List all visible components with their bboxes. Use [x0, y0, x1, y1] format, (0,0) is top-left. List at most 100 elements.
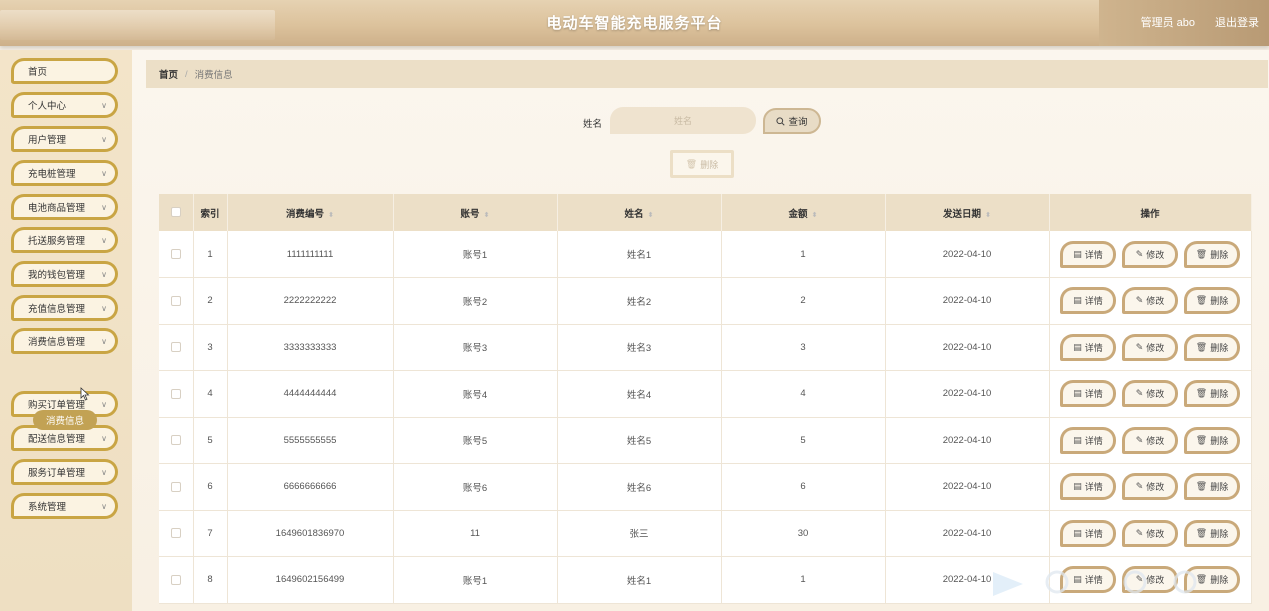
sidebar-item[interactable]: 我的钱包管理 ∨ [11, 261, 118, 287]
delete-button-label: 删除 [1210, 389, 1229, 400]
select-all-checkbox[interactable] [170, 207, 181, 218]
table-row: 2 2222222222 账号2 姓名2 2 2022-04-10 ▤ 详情 ✎ 修改 🗑︎ 删除 [159, 277, 1252, 325]
detail-button[interactable]: ▤ 详情 [1060, 240, 1116, 268]
sidebar-item[interactable]: 充值信息管理 ∨ [11, 295, 118, 321]
cell-account: 账号3 [393, 324, 558, 371]
delete-button[interactable]: 🗑︎ 删除 [1184, 380, 1240, 408]
cell-amount: 4 [721, 370, 886, 418]
cell-date: 2022-04-10 [885, 463, 1050, 511]
row-checkbox[interactable] [170, 342, 181, 353]
search-name-input[interactable] [610, 107, 756, 134]
delete-button[interactable]: 🗑︎ 删除 [1184, 519, 1240, 547]
detail-button[interactable]: ▤ 详情 [1060, 426, 1116, 454]
row-checkbox[interactable] [170, 295, 181, 306]
sidebar-item[interactable]: 个人中心 ∨ [11, 92, 118, 118]
trash-icon: 🗑︎ [1195, 341, 1208, 352]
edit-button[interactable]: ✎ 修改 [1122, 240, 1178, 268]
edit-button-label: 修改 [1146, 249, 1165, 260]
edit-button[interactable]: ✎ 修改 [1122, 566, 1178, 594]
cell-account: 账号4 [393, 370, 558, 418]
search-button-label: 查询 [788, 117, 808, 128]
detail-button[interactable]: ▤ 详情 [1060, 333, 1116, 361]
column-header-account[interactable]: 账号 ⬍ [393, 194, 558, 231]
row-checkbox[interactable] [170, 388, 181, 399]
row-actions-cell: ▤ 详情 ✎ 修改 🗑︎ 删除 [1049, 417, 1252, 464]
sidebar-item[interactable]: 托送服务管理 ∨ [11, 227, 118, 253]
edit-icon: ✎ [1135, 388, 1144, 399]
column-header-name[interactable]: 姓名 ⬍ [557, 194, 722, 231]
column-header-amount[interactable]: 金额 ⬍ [721, 194, 886, 231]
edit-button[interactable]: ✎ 修改 [1122, 333, 1178, 361]
top-header: 电动车智能充电服务平台 管理员 abo 退出登录 [0, 0, 1269, 46]
edit-button-label: 修改 [1146, 482, 1165, 493]
delete-button[interactable]: 🗑︎ 删除 [1184, 333, 1240, 361]
detail-button[interactable]: ▤ 详情 [1060, 519, 1116, 547]
cell-account: 11 [393, 510, 558, 557]
detail-button[interactable]: ▤ 详情 [1060, 287, 1116, 315]
edit-button[interactable]: ✎ 修改 [1122, 287, 1178, 315]
detail-button[interactable]: ▤ 详情 [1060, 566, 1116, 594]
trash-icon: 🗑︎ [1195, 248, 1208, 259]
sort-icon[interactable]: ⬍ [484, 212, 490, 219]
logout-link[interactable]: 退出登录 [1215, 14, 1259, 30]
column-header-consume-no[interactable]: 消费编号 ⬍ [227, 194, 394, 231]
row-checkbox[interactable] [170, 574, 181, 585]
edit-button-label: 修改 [1146, 435, 1165, 446]
chevron-down-icon: ∨ [101, 270, 107, 279]
sidebar-item[interactable]: 系统管理 ∨ [11, 493, 118, 519]
detail-button-label: 详情 [1084, 249, 1103, 260]
sidebar-item-label: 消费信息管理 [28, 337, 86, 348]
delete-button-label: 删除 [1210, 528, 1229, 539]
sidebar-item-label: 购买订单管理 [28, 400, 86, 411]
row-checkbox[interactable] [170, 481, 181, 492]
sort-icon[interactable]: ⬍ [328, 212, 334, 219]
sidebar-item[interactable]: 用户管理 ∨ [11, 126, 118, 152]
delete-button-label: 删除 [1210, 575, 1229, 586]
table-row: 6 6666666666 账号6 姓名6 6 2022-04-10 ▤ 详情 ✎ 修改 🗑︎ 删除 [159, 463, 1252, 511]
edit-button[interactable]: ✎ 修改 [1122, 380, 1178, 408]
cell-index: 5 [193, 417, 228, 464]
row-actions-cell: ▤ 详情 ✎ 修改 🗑︎ 删除 [1049, 231, 1252, 278]
delete-button[interactable]: 🗑︎ 删除 [1184, 566, 1240, 594]
row-checkbox[interactable] [170, 248, 181, 259]
row-actions-cell: ▤ 详情 ✎ 修改 🗑︎ 删除 [1049, 556, 1252, 604]
row-checkbox[interactable] [170, 435, 181, 446]
sidebar-item[interactable]: 首页 [11, 58, 118, 84]
sidebar-item-label: 电池商品管理 [28, 203, 86, 214]
chevron-down-icon: ∨ [101, 169, 107, 178]
sidebar-item[interactable]: 电池商品管理 ∨ [11, 194, 118, 220]
detail-icon: ▤ [1073, 388, 1082, 399]
edit-button[interactable]: ✎ 修改 [1122, 473, 1178, 501]
cell-date: 2022-04-10 [885, 231, 1050, 278]
batch-delete-button[interactable]: 🗑︎ 删除 [670, 150, 734, 178]
row-checkbox[interactable] [170, 528, 181, 539]
edit-button[interactable]: ✎ 修改 [1122, 519, 1178, 547]
sidebar-item[interactable]: 服务订单管理 ∨ [11, 459, 118, 485]
select-all-header [159, 194, 194, 231]
edit-button[interactable]: ✎ 修改 [1122, 426, 1178, 454]
detail-button[interactable]: ▤ 详情 [1060, 380, 1116, 408]
sort-icon[interactable]: ⬍ [648, 212, 654, 219]
edit-button-label: 修改 [1146, 528, 1165, 539]
search-button[interactable]: 查询 [763, 108, 821, 134]
column-header-date[interactable]: 发送日期 ⬍ [885, 194, 1050, 231]
edit-button-label: 修改 [1146, 342, 1165, 353]
breadcrumb-home[interactable]: 首页 [159, 67, 178, 81]
row-actions-cell: ▤ 详情 ✎ 修改 🗑︎ 删除 [1049, 510, 1252, 557]
sort-icon[interactable]: ⬍ [812, 212, 818, 219]
delete-button[interactable]: 🗑︎ 删除 [1184, 473, 1240, 501]
delete-button[interactable]: 🗑︎ 删除 [1184, 240, 1240, 268]
detail-icon: ▤ [1073, 574, 1082, 585]
current-user: 管理员 abo [1140, 17, 1195, 29]
row-select-cell [159, 324, 194, 371]
sidebar-item[interactable]: 充电桩管理 ∨ [11, 160, 118, 186]
sidebar-subitem-consume-info[interactable]: 消费信息 [33, 410, 97, 430]
detail-button[interactable]: ▤ 详情 [1060, 473, 1116, 501]
edit-button-label: 修改 [1146, 296, 1165, 307]
sidebar-item[interactable]: 消费信息管理 ∨ [11, 328, 118, 354]
cell-name: 姓名3 [557, 324, 722, 371]
delete-button[interactable]: 🗑︎ 删除 [1184, 426, 1240, 454]
delete-button[interactable]: 🗑︎ 删除 [1184, 287, 1240, 315]
trash-icon: 🗑︎ [1195, 388, 1208, 399]
sort-icon[interactable]: ⬍ [985, 212, 991, 219]
